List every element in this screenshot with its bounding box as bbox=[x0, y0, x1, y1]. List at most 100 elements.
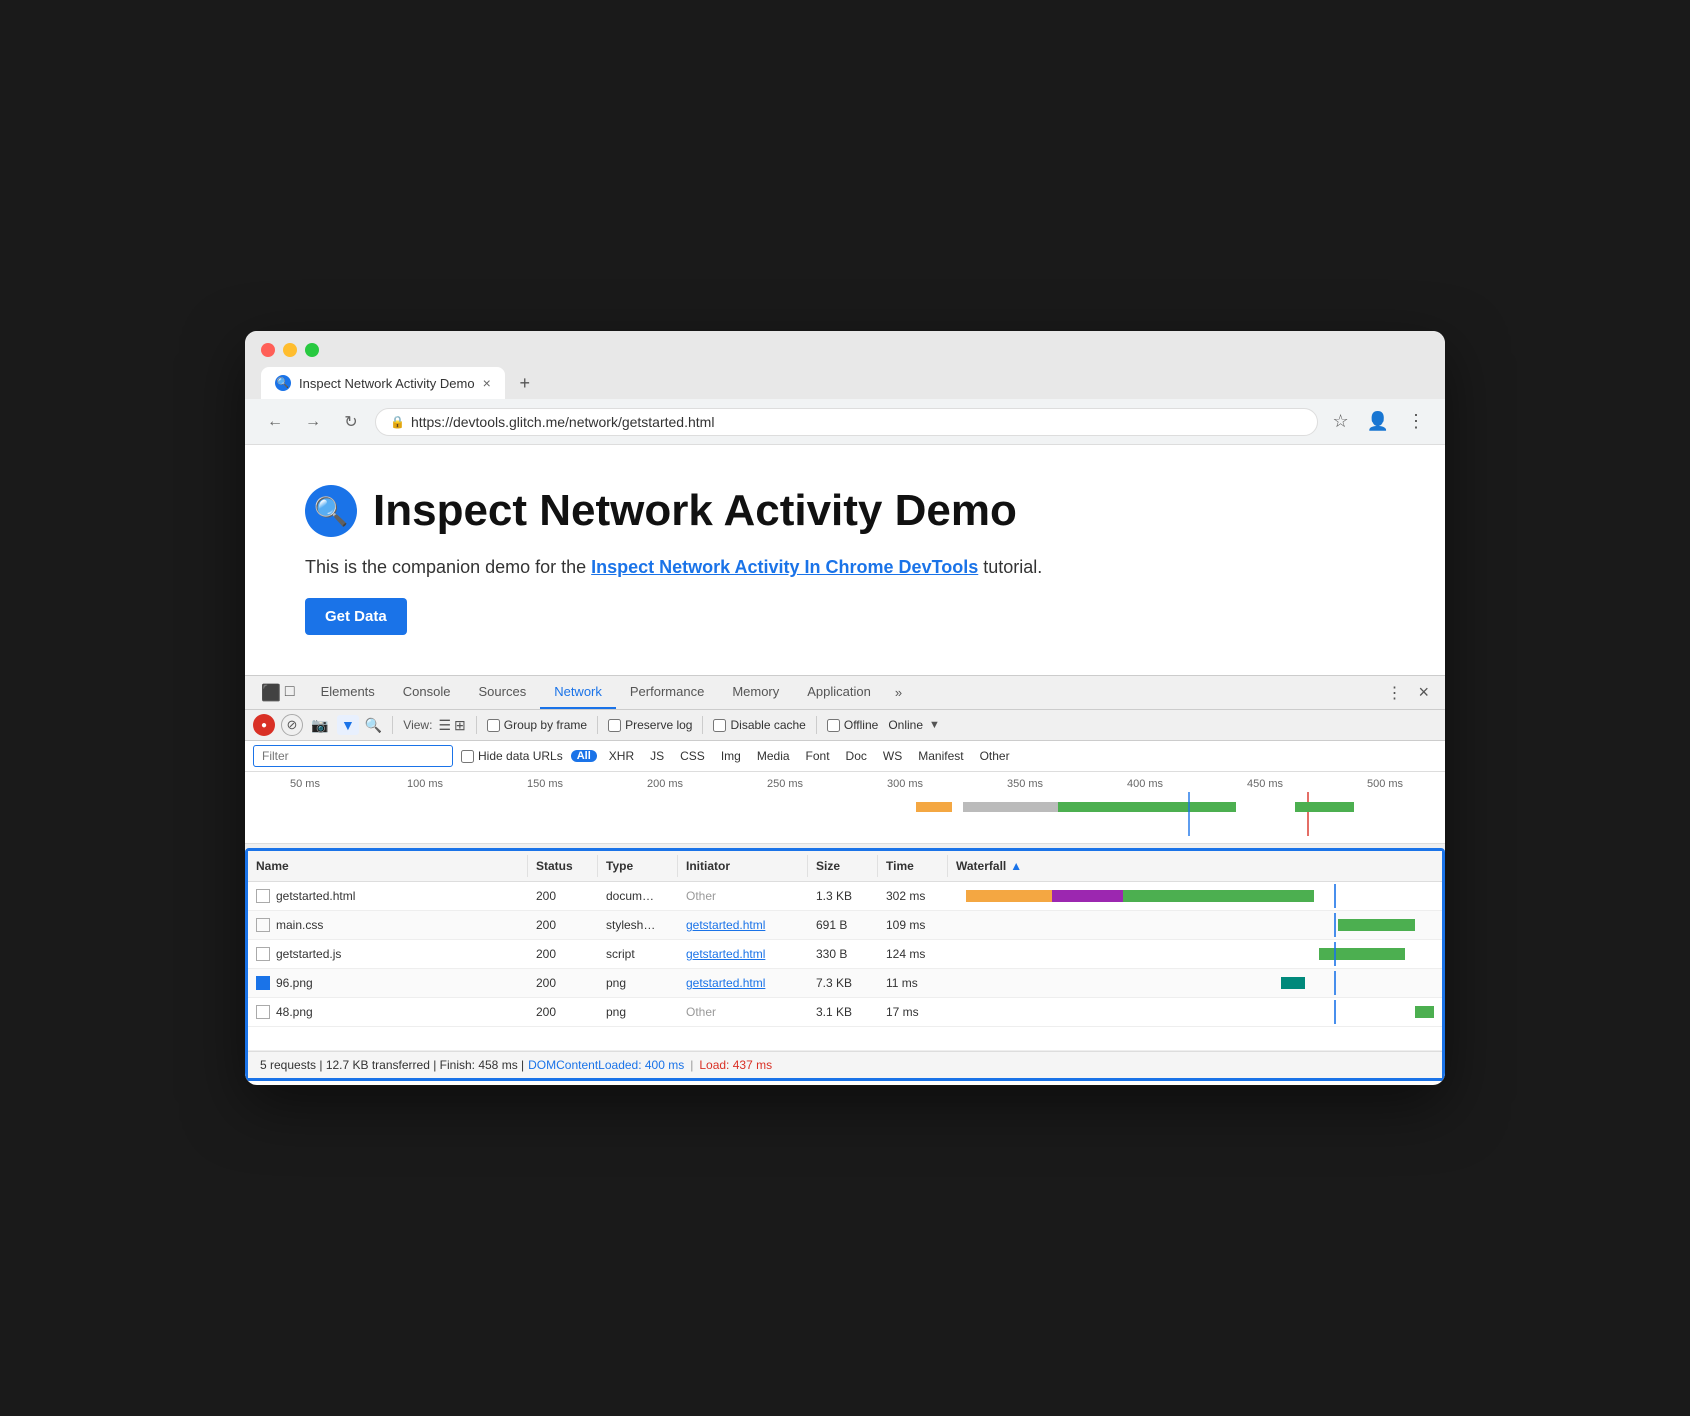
offline-checkbox[interactable] bbox=[827, 719, 840, 732]
tab-sources[interactable]: Sources bbox=[465, 676, 541, 709]
filter-font[interactable]: Font bbox=[802, 747, 834, 765]
group-by-frame-checkbox[interactable] bbox=[487, 719, 500, 732]
cell-name-48png[interactable]: 48.png bbox=[248, 1000, 528, 1024]
filter-ws[interactable]: WS bbox=[879, 747, 906, 765]
bookmark-button[interactable]: ☆ bbox=[1328, 407, 1352, 436]
list-view-icon[interactable]: ☰ bbox=[438, 717, 451, 734]
devtools-pointer-icons: ⬛ □ bbox=[253, 677, 303, 709]
device-icon[interactable]: □ bbox=[285, 683, 295, 703]
wf-green-bar bbox=[1415, 1006, 1434, 1018]
filter-img[interactable]: Img bbox=[717, 747, 745, 765]
cell-name-getstarted-html[interactable]: getstarted.html bbox=[248, 884, 528, 908]
back-button[interactable]: ← bbox=[261, 408, 289, 436]
initiator-link[interactable]: getstarted.html bbox=[686, 976, 765, 990]
cell-initiator: Other bbox=[678, 884, 808, 908]
maximize-traffic-light[interactable] bbox=[305, 343, 319, 357]
inspector-icon[interactable]: ⬛ bbox=[261, 683, 281, 703]
lock-icon: 🔒 bbox=[390, 415, 405, 429]
waterfall-view-icon[interactable]: ⊞ bbox=[454, 717, 466, 734]
filter-button[interactable]: ▼ bbox=[337, 715, 359, 735]
table-row: getstarted.js 200 script getstarted.html… bbox=[248, 940, 1442, 969]
preserve-log-checkbox[interactable] bbox=[608, 719, 621, 732]
network-toolbar: ● ⊘ 📷 ▼ 🔍 View: ☰ ⊞ Group by frame Prese… bbox=[245, 710, 1445, 741]
tl-200ms: 200 ms bbox=[605, 778, 725, 790]
disable-cache-checkbox[interactable] bbox=[713, 719, 726, 732]
col-size: Size bbox=[808, 855, 878, 877]
forward-button[interactable]: → bbox=[299, 408, 327, 436]
table-header: Name Status Type Initiator Size Time Wat… bbox=[248, 851, 1442, 882]
refresh-button[interactable]: ↻ bbox=[337, 408, 365, 436]
filter-input[interactable] bbox=[253, 745, 453, 767]
tab-application[interactable]: Application bbox=[793, 676, 885, 709]
devtools-close-button[interactable]: × bbox=[1410, 676, 1437, 709]
cell-size: 7.3 KB bbox=[808, 971, 878, 995]
new-tab-button[interactable]: + bbox=[509, 367, 541, 399]
col-name: Name bbox=[248, 855, 528, 877]
tab-elements[interactable]: Elements bbox=[307, 676, 389, 709]
wf-blue-line bbox=[1334, 1000, 1336, 1024]
filter-manifest[interactable]: Manifest bbox=[914, 747, 967, 765]
initiator-link[interactable]: getstarted.html bbox=[686, 947, 765, 961]
cell-name-getstarted-js[interactable]: getstarted.js bbox=[248, 942, 528, 966]
initiator-link[interactable]: getstarted.html bbox=[686, 918, 765, 932]
clear-button[interactable]: ⊘ bbox=[281, 714, 303, 736]
col-type: Type bbox=[598, 855, 678, 877]
get-data-button[interactable]: Get Data bbox=[305, 598, 407, 635]
filter-css[interactable]: CSS bbox=[676, 747, 709, 765]
cell-waterfall bbox=[948, 998, 1442, 1026]
group-by-frame-label: Group by frame bbox=[487, 718, 587, 732]
online-dropdown[interactable]: ▼ bbox=[929, 719, 940, 731]
tl-350ms: 350 ms bbox=[965, 778, 1085, 790]
filter-media[interactable]: Media bbox=[753, 747, 794, 765]
filter-all-badge[interactable]: All bbox=[571, 750, 597, 762]
col-initiator: Initiator bbox=[678, 855, 808, 877]
cell-name-main-css[interactable]: main.css bbox=[248, 913, 528, 937]
minimize-traffic-light[interactable] bbox=[283, 343, 297, 357]
preserve-log-text: Preserve log bbox=[625, 718, 692, 732]
filter-xhr[interactable]: XHR bbox=[605, 747, 638, 765]
wf-blue-line bbox=[1334, 913, 1336, 937]
address-input[interactable]: 🔒 https://devtools.glitch.me/network/get… bbox=[375, 408, 1318, 436]
screenshot-button[interactable]: 📷 bbox=[309, 714, 331, 736]
hide-data-urls-label: Hide data URLs bbox=[461, 749, 563, 763]
tl-150ms: 150 ms bbox=[485, 778, 605, 790]
tab-memory[interactable]: Memory bbox=[718, 676, 793, 709]
profile-button[interactable]: 👤 bbox=[1363, 407, 1393, 436]
record-button[interactable]: ● bbox=[253, 714, 275, 736]
more-tabs-button[interactable]: » bbox=[885, 677, 912, 708]
cell-name-96png[interactable]: 96.png bbox=[248, 971, 528, 995]
tab-network[interactable]: Network bbox=[540, 676, 616, 709]
toolbar-separator-3 bbox=[597, 716, 598, 734]
search-button[interactable]: 🔍 bbox=[365, 717, 382, 734]
active-tab[interactable]: 🔍 Inspect Network Activity Demo × bbox=[261, 367, 505, 399]
preserve-log-label: Preserve log bbox=[608, 718, 692, 732]
tab-performance[interactable]: Performance bbox=[616, 676, 718, 709]
hide-data-urls-checkbox[interactable] bbox=[461, 750, 474, 763]
toolbar-separator-1 bbox=[392, 716, 393, 734]
filter-doc[interactable]: Doc bbox=[842, 747, 871, 765]
tl-500ms: 500 ms bbox=[1325, 778, 1445, 790]
devtools-tutorial-link[interactable]: Inspect Network Activity In Chrome DevTo… bbox=[591, 557, 978, 577]
cell-waterfall bbox=[948, 969, 1442, 997]
traffic-lights bbox=[261, 343, 1429, 357]
wf-green-bar bbox=[1319, 948, 1405, 960]
browser-menu-button[interactable]: ⋮ bbox=[1403, 407, 1429, 436]
status-main-text: 5 requests | 12.7 KB transferred | Finis… bbox=[260, 1058, 524, 1072]
cell-size: 1.3 KB bbox=[808, 884, 878, 908]
tab-console[interactable]: Console bbox=[389, 676, 465, 709]
col-status: Status bbox=[528, 855, 598, 877]
devtools-panel: ⬛ □ Elements Console Sources Network Per… bbox=[245, 675, 1445, 1081]
filter-other[interactable]: Other bbox=[976, 747, 1014, 765]
status-bar: 5 requests | 12.7 KB transferred | Finis… bbox=[248, 1051, 1442, 1078]
file-icon-css bbox=[256, 918, 270, 932]
cell-time: 124 ms bbox=[878, 942, 948, 966]
devtools-menu-button[interactable]: ⋮ bbox=[1378, 677, 1410, 709]
col-waterfall[interactable]: Waterfall ▲ bbox=[948, 855, 1422, 877]
close-traffic-light[interactable] bbox=[261, 343, 275, 357]
address-bar: ← → ↻ 🔒 https://devtools.glitch.me/netwo… bbox=[245, 399, 1445, 445]
timeline-visualization bbox=[253, 792, 1437, 836]
tab-close-button[interactable]: × bbox=[483, 375, 491, 391]
cell-status: 200 bbox=[528, 884, 598, 908]
filter-js[interactable]: JS bbox=[646, 747, 668, 765]
cell-waterfall bbox=[948, 882, 1442, 910]
